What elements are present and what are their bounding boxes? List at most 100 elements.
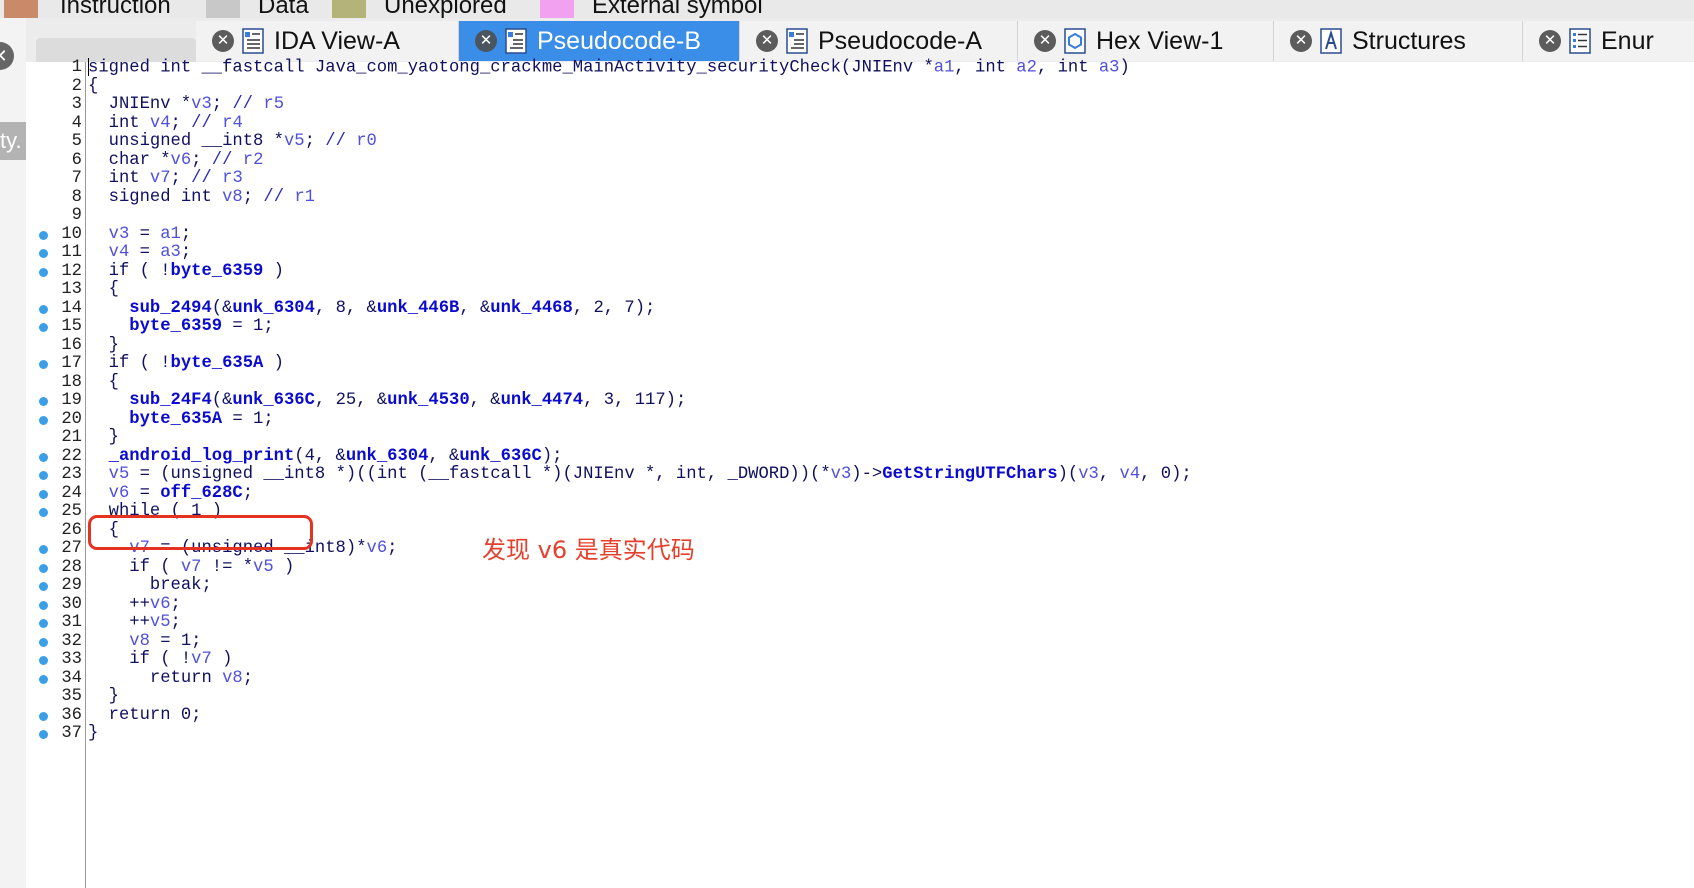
code-line[interactable]: 24 v6 = off_628C; (26, 484, 1694, 504)
code-text[interactable]: { (88, 280, 119, 300)
code-text[interactable]: if ( !v7 ) (88, 650, 232, 670)
code-text[interactable]: signed int __fastcall Java_com_yaotong_c… (88, 58, 1130, 79)
code-text[interactable]: int v7; // r3 (88, 169, 243, 189)
code-text[interactable]: int v4; // r4 (88, 114, 243, 134)
breakpoint-marker[interactable] (39, 304, 48, 314)
code-text[interactable]: unsigned __int8 *v5; // r0 (88, 132, 377, 152)
breakpoint-marker[interactable] (39, 230, 48, 240)
breakpoint-marker[interactable] (39, 489, 48, 499)
pseudocode-editor[interactable]: 1 signed int __fastcall Java_com_yaotong_… (26, 58, 1694, 888)
code-text[interactable]: signed int v8; // r1 (88, 188, 315, 208)
code-line[interactable]: 5 unsigned __int8 *v5; // r0 (26, 132, 1694, 152)
code-line[interactable]: 8 signed int v8; // r1 (26, 188, 1694, 208)
code-text[interactable]: _android_log_print(4, &unk_6304, &unk_63… (88, 447, 563, 467)
breakpoint-marker[interactable] (39, 600, 48, 610)
code-line[interactable]: 29 break; (26, 576, 1694, 596)
code-line[interactable]: 21 } (26, 428, 1694, 448)
code-text[interactable]: ++v6; (88, 595, 181, 615)
code-text[interactable]: { (88, 77, 98, 97)
code-line[interactable]: 28 if ( v7 != *v5 ) (26, 558, 1694, 578)
code-line[interactable]: 30 ++v6; (26, 595, 1694, 615)
close-icon[interactable]: ✕ (0, 42, 14, 70)
code-line[interactable]: 15 byte_6359 = 1; (26, 317, 1694, 337)
code-line[interactable]: 20 byte_635A = 1; (26, 410, 1694, 430)
code-line[interactable]: 37} (26, 724, 1694, 744)
code-text[interactable]: char *v6; // r2 (88, 151, 264, 171)
code-line[interactable]: 10 v3 = a1; (26, 225, 1694, 245)
breakpoint-marker[interactable] (39, 582, 48, 591)
code-line[interactable]: 6 char *v6; // r2 (26, 151, 1694, 171)
code-text[interactable]: break; (88, 576, 212, 596)
code-text[interactable]: v5 = (unsigned __int8 *)((int (__fastcal… (88, 465, 1192, 485)
code-line[interactable]: 19 sub_24F4(&unk_636C, 25, &unk_4530, &u… (26, 391, 1694, 411)
tab-pseudocode-a[interactable]: ✕ Pseudocode-A (740, 21, 1018, 61)
close-tab-icon[interactable]: ✕ (1034, 30, 1056, 52)
breakpoint-marker[interactable] (39, 656, 48, 665)
code-text[interactable]: } (88, 428, 119, 448)
close-tab-icon[interactable]: ✕ (1290, 30, 1312, 52)
code-line[interactable]: 17 if ( !byte_635A ) (26, 354, 1694, 374)
breakpoint-marker[interactable] (39, 730, 48, 739)
code-text[interactable]: v8 = 1; (88, 632, 201, 652)
tab-ida-view-a[interactable]: ✕ IDA View-A (196, 21, 459, 61)
code-text[interactable]: byte_6359 = 1; (88, 317, 273, 337)
code-text[interactable]: sub_24F4(&unk_636C, 25, &unk_4530, &unk_… (88, 391, 686, 411)
breakpoint-marker[interactable] (39, 452, 48, 462)
code-text[interactable]: } (88, 687, 119, 707)
breakpoint-marker[interactable] (39, 249, 48, 258)
code-text[interactable]: return 0; (88, 706, 202, 726)
breakpoint-marker[interactable] (39, 323, 48, 332)
code-line[interactable]: 4 int v4; // r4 (26, 114, 1694, 134)
code-text[interactable]: if ( !byte_6359 ) (88, 262, 284, 282)
code-line[interactable]: 34 return v8; (26, 669, 1694, 689)
breakpoint-marker[interactable] (39, 674, 48, 684)
close-tab-icon[interactable]: ✕ (212, 30, 234, 52)
code-line[interactable]: 3 JNIEnv *v3; // r5 (26, 95, 1694, 115)
code-text[interactable]: if ( !byte_635A ) (88, 354, 284, 374)
code-line[interactable]: 18 { (26, 373, 1694, 393)
code-text[interactable]: v6 = off_628C; (88, 484, 253, 504)
tab-enums[interactable]: ✕ Enur (1523, 21, 1694, 61)
breakpoint-marker[interactable] (39, 415, 48, 425)
code-line[interactable]: 22 _android_log_print(4, &unk_6304, &unk… (26, 447, 1694, 467)
breakpoint-marker[interactable] (39, 360, 48, 369)
code-line[interactable]: 14 sub_2494(&unk_6304, 8, &unk_446B, &un… (26, 299, 1694, 319)
tab-pseudocode-b[interactable]: ✕ Pseudocode-B (459, 21, 740, 61)
close-tab-icon[interactable]: ✕ (1539, 30, 1561, 52)
side-pane-selected-item[interactable]: ty. (0, 122, 26, 160)
code-text[interactable]: if ( v7 != *v5 ) (88, 558, 294, 578)
code-text[interactable]: byte_635A = 1; (88, 410, 273, 430)
code-text[interactable]: ++v5; (88, 613, 181, 633)
breakpoint-marker[interactable] (39, 508, 48, 517)
close-tab-icon[interactable]: ✕ (756, 30, 778, 52)
code-line[interactable]: 13 { (26, 280, 1694, 300)
code-line[interactable]: 2{ (26, 77, 1694, 97)
code-line[interactable]: 31 ++v5; (26, 613, 1694, 633)
tab-structures[interactable]: ✕ Structures (1274, 21, 1523, 61)
code-text[interactable]: } (88, 724, 98, 744)
code-line[interactable]: 23 v5 = (unsigned __int8 *)((int (__fast… (26, 465, 1694, 485)
code-line[interactable]: 32 v8 = 1; (26, 632, 1694, 652)
breakpoint-marker[interactable] (39, 267, 48, 277)
code-line[interactable]: 36 return 0; (26, 706, 1694, 726)
code-text[interactable]: return v8; (88, 669, 253, 689)
breakpoint-marker[interactable] (39, 619, 48, 628)
code-line[interactable]: 16 } (26, 336, 1694, 356)
breakpoint-marker[interactable] (39, 471, 48, 480)
code-text[interactable]: sub_2494(&unk_6304, 8, &unk_446B, &unk_4… (88, 299, 655, 319)
code-line[interactable]: 7 int v7; // r3 (26, 169, 1694, 189)
code-line[interactable]: 11 v4 = a3; (26, 243, 1694, 263)
code-text[interactable]: JNIEnv *v3; // r5 (88, 95, 284, 115)
breakpoint-marker[interactable] (39, 711, 48, 721)
code-text[interactable]: v4 = a3; (88, 243, 192, 263)
close-tab-icon[interactable]: ✕ (475, 30, 497, 52)
code-line[interactable]: 35 } (26, 687, 1694, 707)
breakpoint-marker[interactable] (39, 563, 48, 573)
code-text[interactable]: } (88, 336, 119, 356)
breakpoint-marker[interactable] (39, 397, 48, 406)
code-line[interactable]: 12 if ( !byte_6359 ) (26, 262, 1694, 282)
code-text[interactable]: { (88, 373, 119, 393)
code-text[interactable]: v3 = a1; (88, 225, 192, 245)
code-line[interactable]: 1 signed int __fastcall Java_com_yaotong_… (26, 58, 1694, 78)
tab-hex-view-1[interactable]: ✕ Hex View-1 (1018, 21, 1274, 61)
